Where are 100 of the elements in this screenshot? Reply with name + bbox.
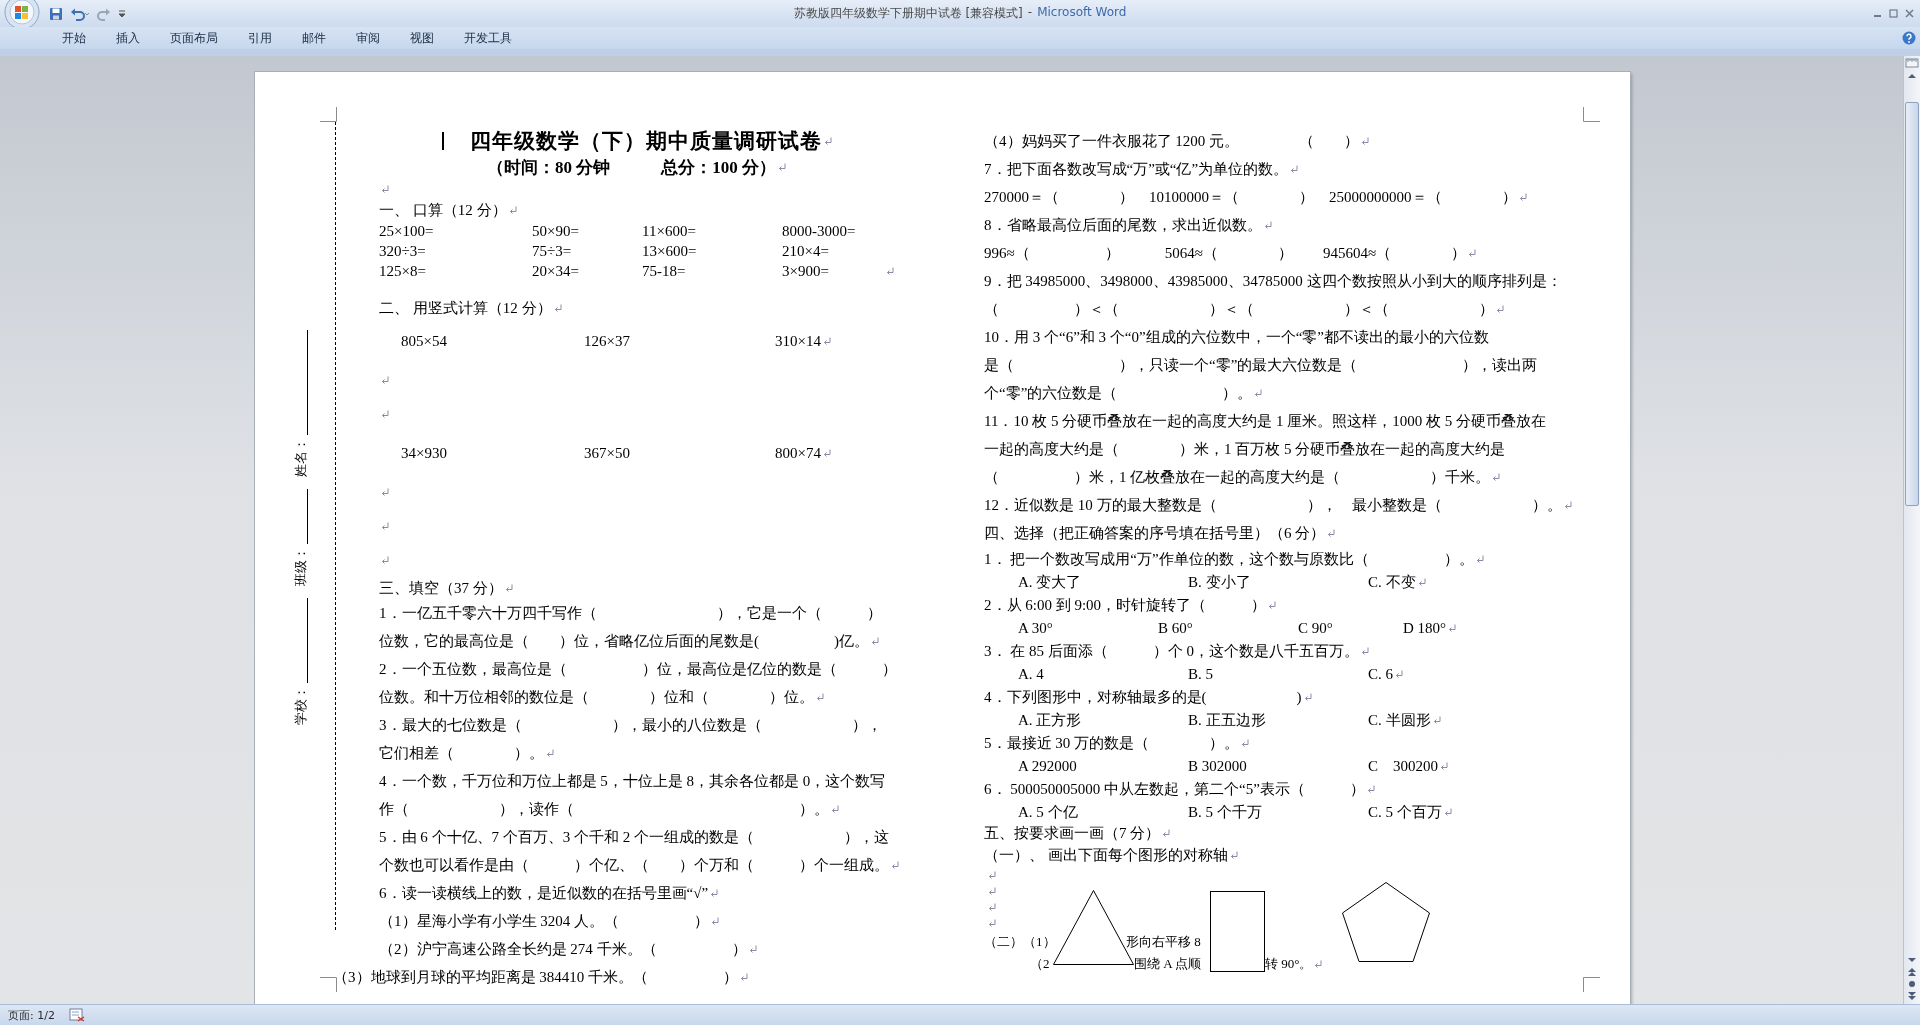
- answer-option: A. 变大了: [1018, 572, 1188, 592]
- field-label: 学校：: [291, 685, 308, 725]
- corner-mark: [320, 107, 337, 122]
- question-text: 9．把 34985000、3498000、43985000、34785000 这四个数按照从小到大的顺序排列是：: [984, 271, 1562, 291]
- paragraph-mark-icon: [988, 871, 996, 879]
- math-expression: 20×34=: [532, 262, 580, 280]
- answer-option: C 300200: [1368, 756, 1438, 776]
- question-text: 个“零”的六位数是（ ）。: [984, 383, 1253, 403]
- answer-option: A. 正方形: [1018, 710, 1188, 730]
- corner-mark: [1583, 107, 1600, 122]
- question-text: 996≈（ ） 5064≈（ ） 945604≈（ ）: [984, 243, 1467, 263]
- question-text: （一）、 画出下面每个图形的对称轴: [984, 845, 1228, 865]
- paragraph-mark-icon: [381, 410, 389, 418]
- ribbon-tab[interactable]: 开发工具: [449, 26, 527, 50]
- save-icon[interactable]: [49, 6, 63, 21]
- section-heading: 三、填空（37 分）: [379, 578, 503, 598]
- question-text: 转 90°。: [1265, 955, 1313, 973]
- math-expression: 8000-3000=: [782, 222, 857, 240]
- math-expression: 13×600=: [642, 242, 698, 260]
- paragraph-mark-icon: [381, 376, 389, 384]
- math-expression: 310×14: [775, 332, 821, 350]
- question-text: 它们相差（ ）。: [379, 743, 544, 763]
- question-text: 2．一个五位数，最高位是（ ）位，最高位是亿位的数是（ ）: [379, 659, 897, 679]
- question-text: 围绕 A 点顺: [1134, 955, 1203, 973]
- undo-icon[interactable]: [70, 6, 90, 21]
- question-text: 1． 把一个数改写成用“万”作单位的数，这个数与原数比（ ）。: [984, 549, 1474, 569]
- ribbon-tab[interactable]: 页面布局: [155, 26, 233, 50]
- field-label: 姓名：: [291, 437, 308, 477]
- paragraph-mark-icon: [381, 185, 389, 193]
- math-expression: 126×37: [584, 332, 631, 350]
- question-text: 一起的高度大约是（ ）米，1 百万枚 5 分硬币叠放在一起的高度大约是: [984, 439, 1506, 459]
- question-text: 10．用 3 个“6”和 3 个“0”组成的六位数中，一个“零”都不读出的最小的六位数: [984, 327, 1489, 347]
- question-text: （2: [1030, 955, 1051, 973]
- close-icon[interactable]: [1905, 9, 1914, 18]
- math-expression: 210×4=: [782, 242, 830, 260]
- answer-option: D 180°: [1403, 619, 1447, 637]
- maximize-icon[interactable]: [1889, 9, 1898, 18]
- ribbon-tab[interactable]: 开始: [47, 26, 101, 50]
- ribbon-tab[interactable]: 引用: [233, 26, 287, 50]
- question-text: 形向右平移 8: [1126, 933, 1201, 951]
- answer-option: A 30°: [1018, 619, 1158, 637]
- question-text: 4．一个数，千万位和万位上都是 5，十位上是 8，其余各位都是 0，这个数写: [379, 771, 886, 791]
- ruler-toggle-icon[interactable]: [1905, 56, 1919, 70]
- paragraph-mark-icon: [988, 903, 996, 911]
- math-expression: 805×54: [401, 332, 448, 350]
- customize-caret-icon[interactable]: [118, 8, 126, 19]
- corner-mark: [1583, 977, 1600, 992]
- fill-in-line: [307, 489, 308, 544]
- vertical-scrollbar[interactable]: [1903, 56, 1920, 1004]
- math-expression: 320÷3=: [379, 242, 427, 260]
- question-text: 270000＝（ ） 10100000＝（ ） 25000000000＝（ ）: [984, 187, 1517, 207]
- math-expression: 50×90=: [532, 222, 580, 240]
- corner-mark: [320, 977, 337, 992]
- math-expression: 34×930: [401, 444, 448, 462]
- proofing-icon[interactable]: [68, 1008, 85, 1022]
- question-text: 是（ ），只读一个“零”的最大六位数是（ ），读出两: [984, 355, 1538, 375]
- question-text: 6．读一读横线上的数，是近似数的在括号里画“√”: [379, 883, 709, 903]
- paragraph-mark-icon: [381, 556, 389, 564]
- paragraph-mark-icon: [988, 887, 996, 895]
- answer-option: B 60°: [1158, 619, 1298, 637]
- paragraph-mark-icon: [988, 919, 996, 927]
- question-text: 位数，它的最高位是（ ）位，省略亿位后面的尾数是( )亿。: [379, 631, 869, 651]
- math-expression: 367×50: [584, 444, 631, 462]
- field-label: 班级：: [291, 546, 308, 586]
- question-text: 7．把下面各数改写成“万”或“亿”为单位的数。: [984, 159, 1289, 179]
- question-text: 5．由 6 个十亿、7 个百万、3 个千和 2 个一组成的数是（ ），这: [379, 827, 889, 847]
- answer-option: C. 6: [1368, 665, 1393, 683]
- question-text: （2）沪宁高速公路全长约是 274 千米。（ ）: [379, 939, 747, 959]
- math-expression: 800×74: [775, 444, 821, 462]
- document-title: 四年级数学（下）期中质量调研试卷: [469, 128, 822, 155]
- question-text: （1）星海小学有小学生 3204 人。（ ）: [379, 911, 709, 931]
- question-text: （4）妈妈买了一件衣服花了 1200 元。 （ ）: [984, 131, 1359, 151]
- math-expression: 3×900=: [782, 262, 830, 280]
- question-text: 作（ ），读作（ ）。: [379, 799, 829, 819]
- window-title: 苏教版四年级数学下册期中试卷 [兼容模式] - Microsoft Word: [793, 5, 1127, 22]
- ribbon-tab[interactable]: 审阅: [341, 26, 395, 50]
- question-text: 1．一亿五千零六十万四千写作（ ），它是一个（ ）: [379, 603, 882, 623]
- section-heading: 二、 用竖式计算（12 分）: [379, 298, 552, 318]
- question-text: （ ）米，1 亿枚叠放在一起的高度大约是（ ）千米。: [984, 467, 1491, 487]
- answer-option: C. 5 个百万: [1368, 802, 1442, 822]
- question-text: 3． 在 85 后面添（ ）个 0，这个数是八千五百万。: [984, 641, 1359, 661]
- page-indicator[interactable]: 页面: 1/2: [8, 1007, 55, 1023]
- answer-option: C. 半圆形: [1368, 710, 1431, 730]
- answer-option: C 90°: [1298, 619, 1403, 637]
- question-text: 12．近似数是 10 万的最大整数是（ ）， 最小整数是（ ）。: [984, 495, 1562, 515]
- answer-option: A. 5 个亿: [1018, 802, 1188, 822]
- math-expression: 25×100=: [379, 222, 435, 240]
- question-text: 位数。和十万位相邻的数位是（ ）位和（ ）位。: [379, 687, 814, 707]
- answer-option: B. 变小了: [1188, 572, 1368, 592]
- answer-option: A 292000: [1018, 757, 1188, 775]
- question-text: 4．下列图形中，对称轴最多的是( ): [984, 687, 1302, 707]
- document-subtitle: （时间：80 分钟 总分：100 分）: [487, 156, 776, 179]
- answer-option: B. 正五边形: [1188, 710, 1368, 730]
- ribbon-tab[interactable]: 邮件: [287, 26, 341, 50]
- ribbon-tab[interactable]: 视图: [395, 26, 449, 50]
- math-expression: 75-18=: [642, 262, 687, 280]
- scroll-thumb[interactable]: [1905, 102, 1919, 506]
- help-icon[interactable]: [1902, 31, 1916, 45]
- ribbon-tab[interactable]: 插入: [101, 26, 155, 50]
- text-cursor: [441, 132, 444, 150]
